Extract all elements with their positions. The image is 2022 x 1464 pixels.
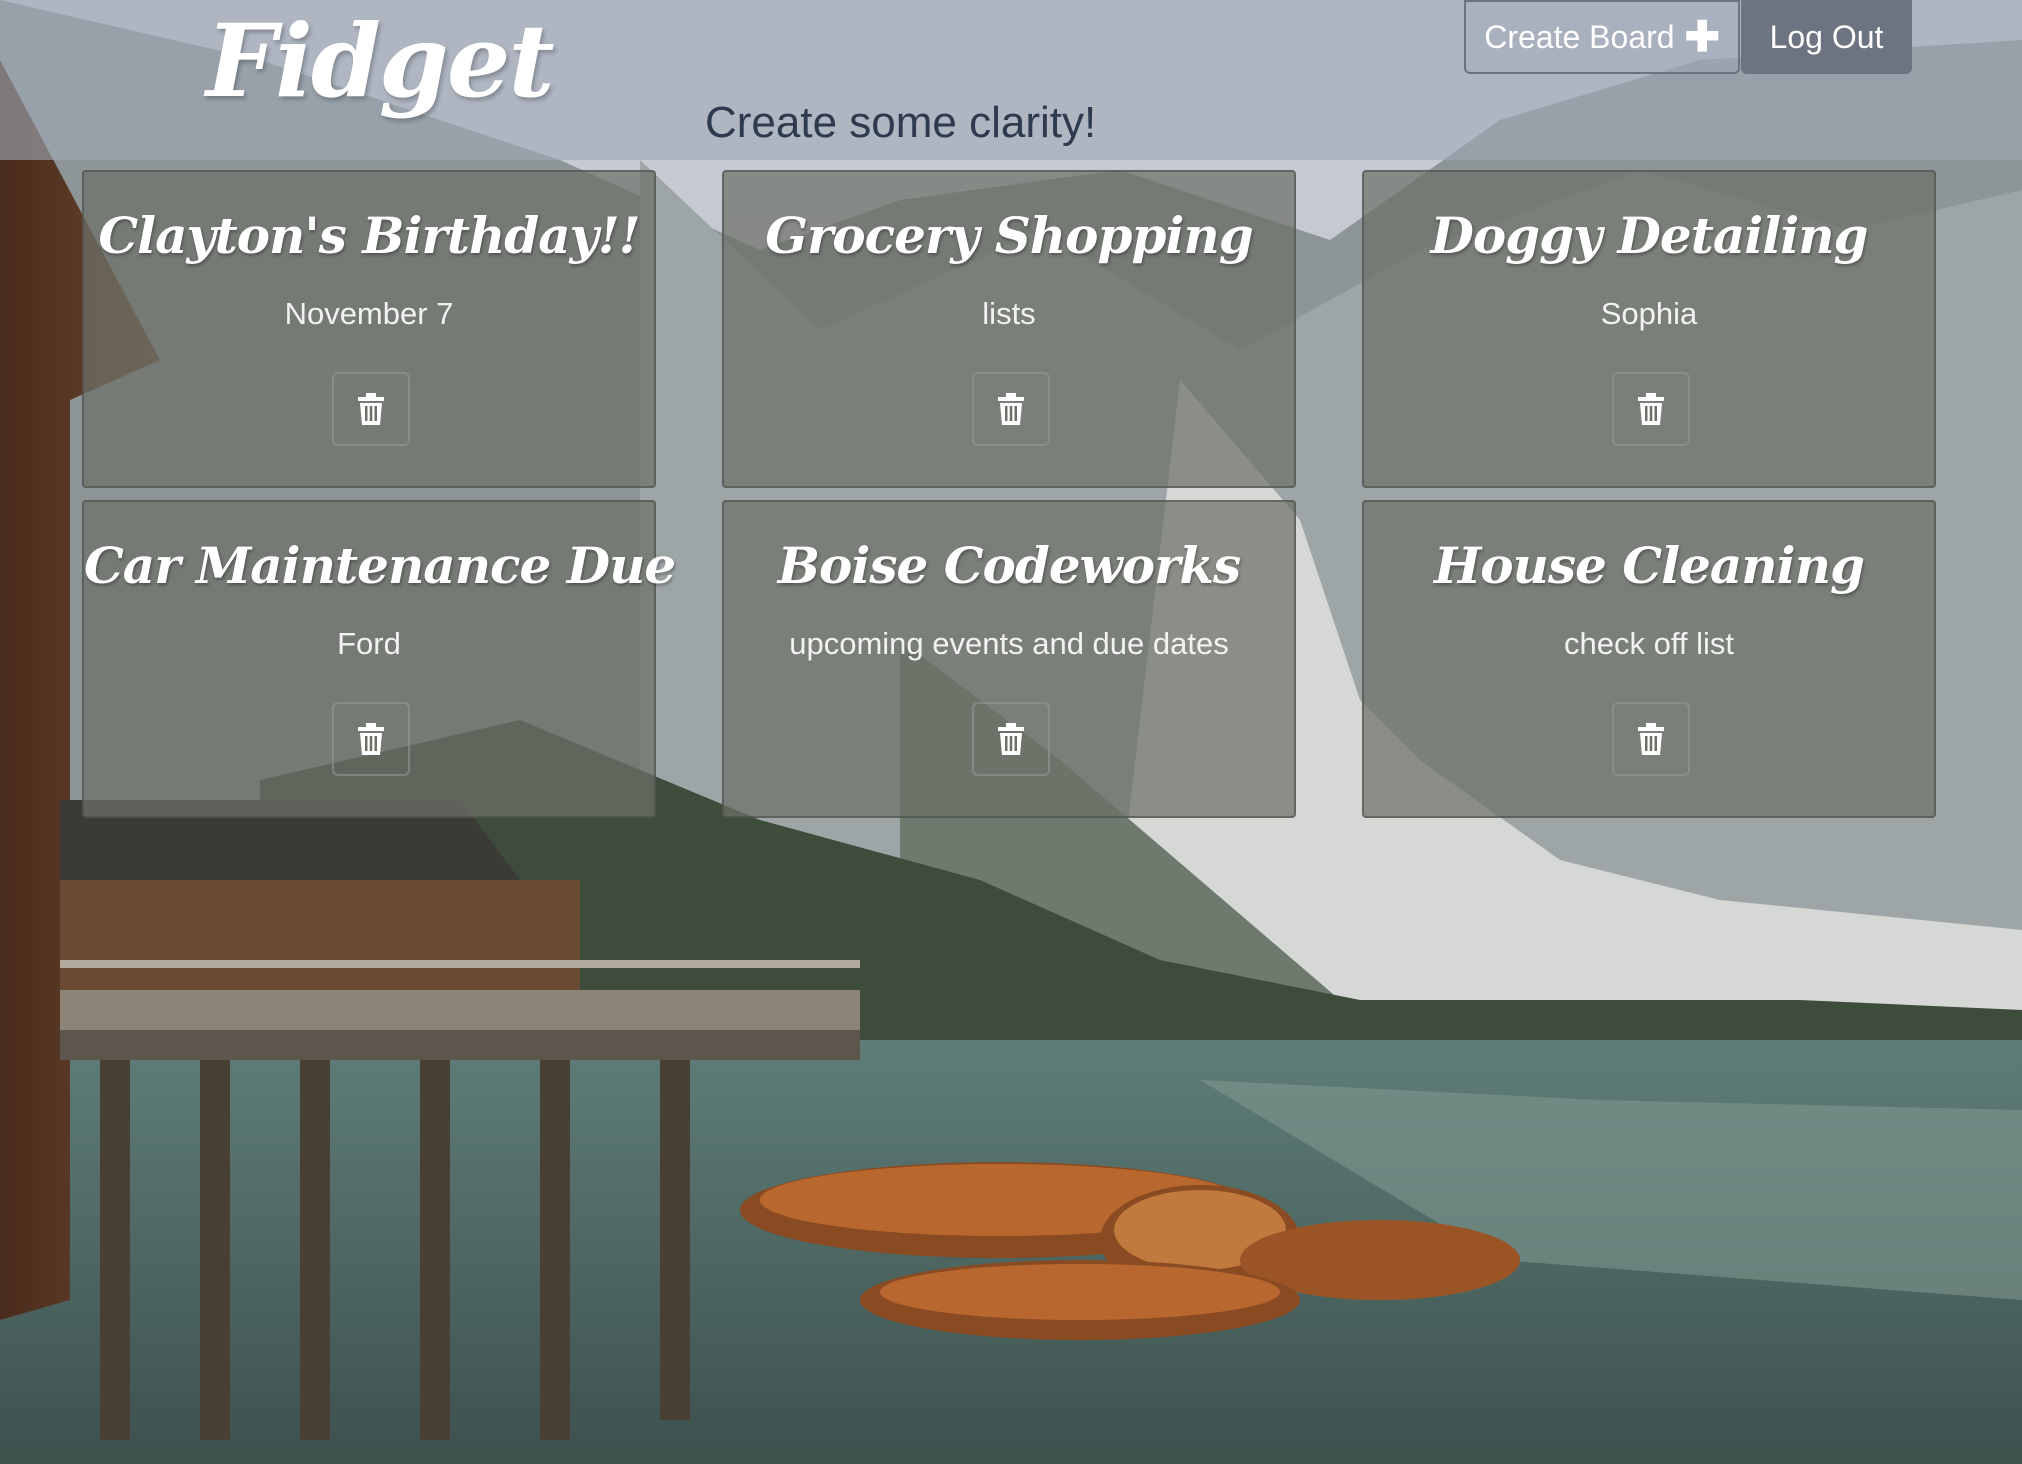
delete-board-button[interactable] xyxy=(1612,372,1690,446)
board-subtitle: upcoming events and due dates xyxy=(789,626,1229,661)
board-subtitle: Sophia xyxy=(1600,296,1698,331)
board-title: Car Maintenance Due xyxy=(84,536,676,595)
board-card[interactable]: Doggy Detailing Sophia xyxy=(1362,170,1936,488)
board-subtitle: Ford xyxy=(337,626,401,661)
trash-icon xyxy=(1638,393,1664,425)
delete-board-button[interactable] xyxy=(972,372,1050,446)
board-card[interactable]: Car Maintenance Due Ford xyxy=(82,500,676,818)
board-card[interactable]: House Cleaning check off list xyxy=(1362,500,1936,818)
board-card[interactable]: Clayton's Birthday!! November 7 xyxy=(82,170,656,488)
top-header: Fidget Create some clarity! Create Board… xyxy=(0,0,2022,160)
board-title: Clayton's Birthday!! xyxy=(98,206,640,265)
trash-icon xyxy=(1638,723,1664,755)
board-subtitle: check off list xyxy=(1563,626,1734,661)
app-logo[interactable]: Fidget xyxy=(206,2,555,120)
trash-icon xyxy=(998,393,1024,425)
delete-board-button[interactable] xyxy=(972,702,1050,776)
page-tagline: Create some clarity! xyxy=(705,98,1097,147)
delete-board-button[interactable] xyxy=(1612,702,1690,776)
delete-board-button[interactable] xyxy=(332,372,410,446)
logout-button[interactable]: Log Out xyxy=(1741,0,1912,74)
app-stage: Fidget Create some clarity! Create Board… xyxy=(0,0,2022,1464)
board-subtitle: November 7 xyxy=(284,296,454,331)
trash-icon xyxy=(998,723,1024,755)
board-title: Doggy Detailing xyxy=(1430,206,1868,265)
board-title: Grocery Shopping xyxy=(765,206,1254,265)
trash-icon xyxy=(358,393,384,425)
board-title: Boise Codeworks xyxy=(777,536,1241,595)
create-board-label: Create Board xyxy=(1484,18,1675,55)
board-card[interactable]: Boise Codeworks upcoming events and due … xyxy=(722,500,1296,818)
board-card[interactable]: Grocery Shopping lists xyxy=(722,170,1296,488)
board-title: House Cleaning xyxy=(1434,536,1865,595)
plus-icon: ✚ xyxy=(1684,13,1720,60)
trash-icon xyxy=(358,723,384,755)
board-subtitle: lists xyxy=(982,296,1036,331)
create-board-button[interactable]: Create Board ✚ xyxy=(1464,0,1740,74)
delete-board-button[interactable] xyxy=(332,702,410,776)
